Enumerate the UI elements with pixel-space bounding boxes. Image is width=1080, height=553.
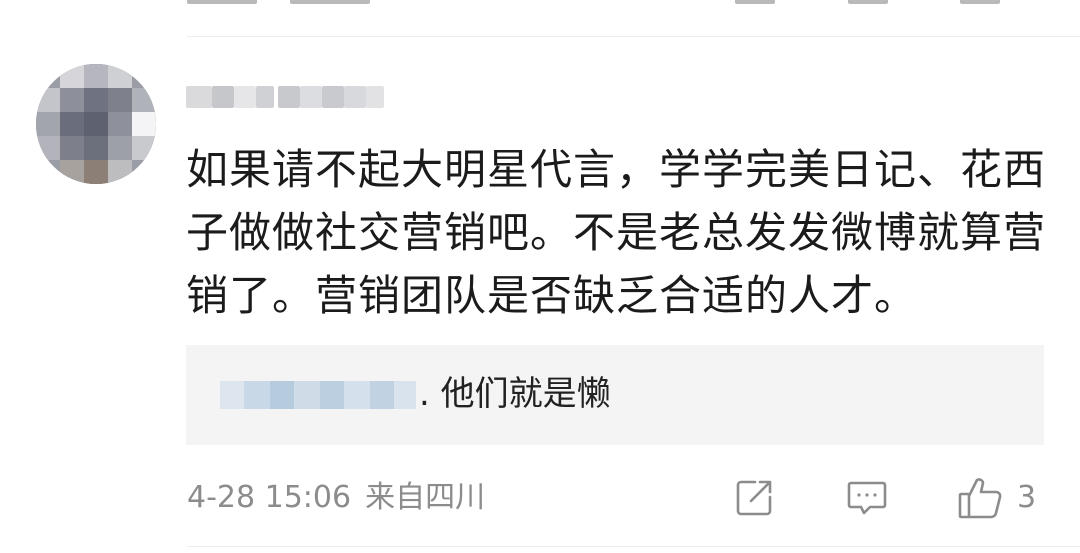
reply-text: . 他们就是懒 bbox=[419, 374, 611, 414]
like-count: 3 bbox=[1017, 480, 1037, 515]
divider bbox=[187, 546, 1080, 547]
timestamp: 4-28 15:06 bbox=[187, 480, 352, 515]
divider bbox=[187, 36, 1080, 37]
previous-like-icon[interactable] bbox=[960, 0, 1000, 4]
reply-preview[interactable]: . 他们就是懒 bbox=[186, 345, 1044, 445]
comment-text: 如果请不起大明星代言，学学完美日记、花西子做做社交营销吧。不是老总发发微博就算营… bbox=[186, 145, 1047, 320]
share-button[interactable] bbox=[734, 473, 774, 523]
previous-comment-actions bbox=[0, 0, 1080, 10]
share-edit-icon bbox=[734, 478, 774, 518]
location: 来自四川 bbox=[365, 480, 486, 515]
like-button[interactable]: 3 bbox=[957, 473, 1036, 523]
comment-page: 如果请不起大明星代言，学学完美日记、花西子做做社交营销吧。不是老总发发微博就算营… bbox=[0, 0, 1080, 553]
comment-bubble-icon bbox=[846, 478, 888, 518]
previous-meta-fragment bbox=[187, 0, 257, 4]
previous-meta-fragment bbox=[290, 0, 370, 4]
username[interactable] bbox=[186, 80, 386, 114]
previous-comment-icon[interactable] bbox=[848, 0, 888, 4]
thumbs-up-icon bbox=[957, 476, 1003, 520]
comment-button[interactable] bbox=[846, 473, 888, 523]
previous-share-icon[interactable] bbox=[735, 0, 775, 4]
avatar[interactable] bbox=[36, 64, 156, 184]
comment-meta: 4-28 15:06 来自四川 bbox=[187, 478, 485, 518]
reply-username[interactable] bbox=[220, 375, 416, 415]
